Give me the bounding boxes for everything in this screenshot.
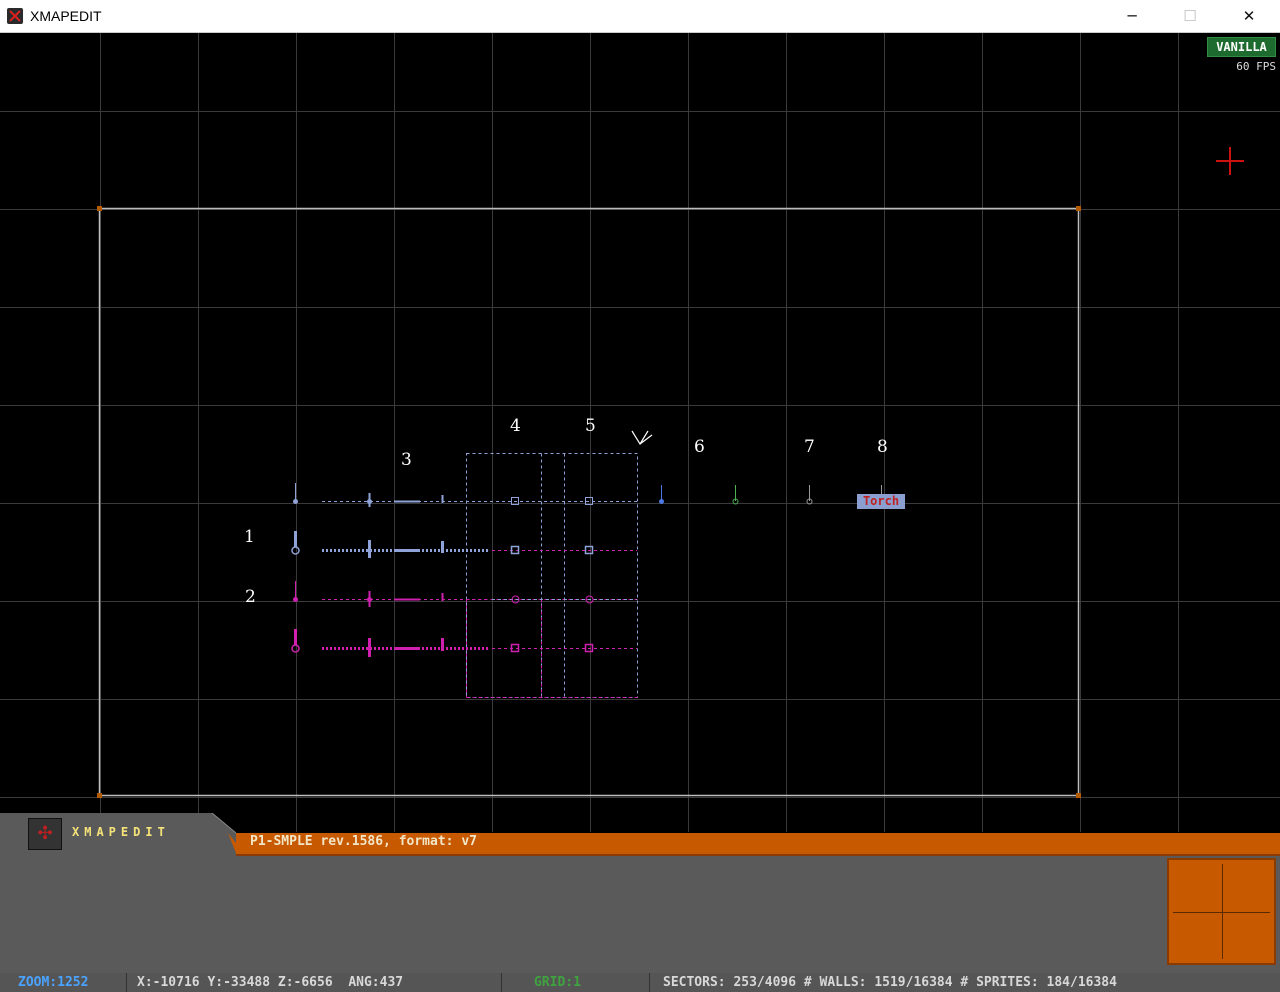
status-bar: ZOOM:1252 X:-10716 Y:-33488 Z:-6656 ANG:… — [0, 973, 1280, 992]
close-button[interactable]: ✕ — [1226, 0, 1272, 33]
sprite-row-4[interactable] — [291, 629, 637, 657]
bottom-panel: ✣ XMAPEDIT P1-SMPLE rev.1586, format: v7 — [0, 813, 1280, 992]
map-info: P1-SMPLE rev.1586, format: v7 — [250, 834, 477, 849]
vanilla-badge: VANILLA — [1207, 37, 1276, 57]
grid-readout: GRID:1 — [501, 973, 649, 992]
zoom-readout: ZOOM:1252 — [18, 975, 89, 990]
xmapedit-logo-icon: ✣ — [28, 818, 62, 850]
app-icon — [7, 8, 23, 24]
window-title: XMAPEDIT — [30, 8, 102, 24]
minimize-button[interactable]: ─ — [1109, 0, 1155, 33]
maximize-button[interactable]: ☐ — [1167, 0, 1213, 33]
logo-text: XMAPEDIT — [72, 825, 170, 839]
torch-sprite-label[interactable]: Torch — [857, 494, 905, 509]
minimap-preview[interactable] — [1167, 858, 1276, 965]
map-canvas[interactable]: 1 2 3 4 5 6 7 8 Torch VANILLA 60 FPS — [0, 33, 1280, 832]
label-6: 6 — [694, 437, 705, 457]
crosshair-icon — [1216, 147, 1244, 175]
position-readout: X:-10716 Y:-33488 Z:-6656 ANG:437 — [126, 973, 501, 992]
map-view[interactable] — [0, 33, 1280, 832]
label-2: 2 — [245, 587, 256, 607]
sprite-row-3[interactable] — [293, 581, 637, 607]
label-7: 7 — [804, 437, 815, 457]
label-8: 8 — [877, 437, 888, 457]
sprite-row-2[interactable] — [291, 531, 637, 558]
label-5: 5 — [585, 416, 596, 436]
map-stats: SECTORS: 253/4096 # WALLS: 1519/16384 # … — [649, 973, 1280, 992]
panel-background — [0, 813, 1280, 973]
mouse-cursor-icon — [631, 430, 653, 446]
label-3: 3 — [401, 450, 412, 470]
grid-lines — [0, 33, 1280, 832]
label-1: 1 — [244, 527, 255, 547]
fps-counter: 60 FPS — [1236, 60, 1276, 73]
title-bar: XMAPEDIT ─ ☐ ✕ — [0, 0, 1280, 33]
label-4: 4 — [510, 416, 521, 436]
